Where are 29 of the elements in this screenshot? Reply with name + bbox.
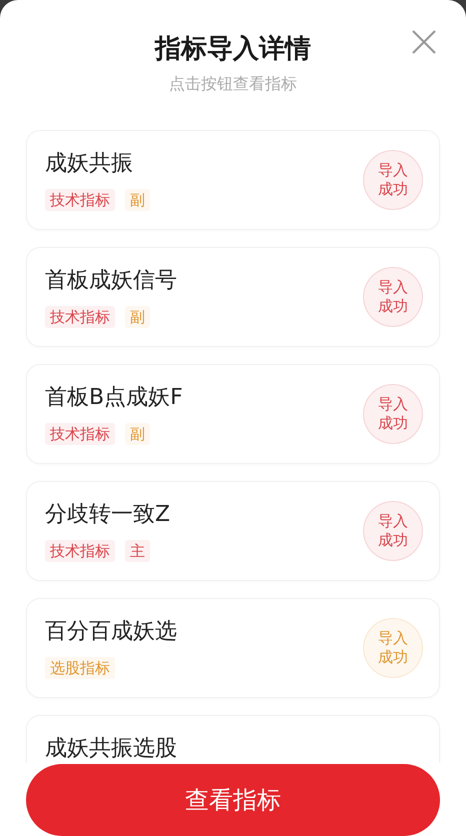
indicator-tag: 技术指标 (45, 188, 115, 210)
indicator-card[interactable]: 首板B点成妖F 技术指标 副 导入成功 (26, 364, 440, 464)
indicator-name: 首板B点成妖F (45, 384, 184, 412)
dialog-subtitle: 点击按钮查看指标 (169, 74, 297, 95)
indicator-tag: 副 (125, 188, 150, 210)
indicator-name: 百分百成妖选 (45, 618, 178, 646)
indicator-card[interactable]: 成妖共振 技术指标 副 导入成功 (26, 130, 440, 230)
indicator-tag: 副 (125, 306, 150, 328)
status-badge: 导入成功 (363, 500, 423, 560)
indicator-tag: 副 (125, 422, 150, 444)
indicator-tag: 技术指标 (45, 306, 115, 328)
indicator-name: 成妖共振 (45, 150, 134, 178)
indicator-name: 首板成妖信号 (45, 266, 178, 294)
status-badge: 导入成功 (363, 266, 423, 326)
indicator-card[interactable]: 百分百成妖选 选股指标 导入成功 (26, 598, 440, 698)
indicator-name: 成妖共振选股 (45, 734, 178, 762)
indicator-card[interactable]: 首板成妖信号 技术指标 副 导入成功 (26, 246, 440, 346)
indicator-tag: 技术指标 (45, 422, 115, 444)
indicator-tag: 技术指标 (45, 540, 115, 562)
status-badge: 导入成功 (363, 618, 423, 678)
indicator-name: 分歧转一致Z (45, 500, 172, 528)
dialog-title: 指标导入详情 (155, 33, 311, 66)
indicator-tag: 选股指标 (45, 656, 115, 678)
status-badge: 导入成功 (363, 150, 423, 210)
status-badge: 导入成功 (363, 384, 423, 444)
indicator-tag: 主 (125, 540, 150, 562)
close-icon[interactable] (410, 28, 438, 56)
view-indicators-button[interactable]: 查看指标 (26, 764, 440, 836)
indicator-card[interactable]: 分歧转一致Z 技术指标 主 导入成功 (26, 480, 440, 580)
